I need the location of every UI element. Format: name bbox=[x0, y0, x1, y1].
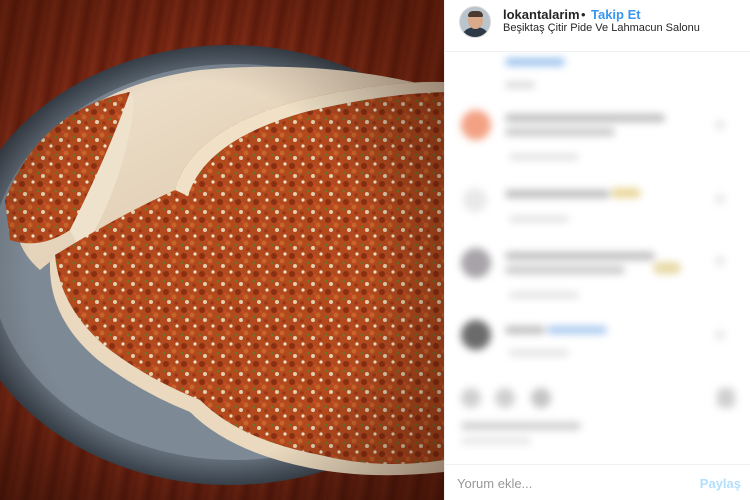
username-link[interactable]: lokantalarim bbox=[503, 7, 580, 22]
comments-list[interactable] bbox=[445, 52, 750, 412]
blurred-comments bbox=[445, 52, 750, 412]
avatar-hair bbox=[468, 11, 483, 17]
comment-input[interactable] bbox=[457, 473, 687, 493]
share-button[interactable]: Paylaş bbox=[700, 476, 741, 491]
follow-button[interactable]: Takip Et bbox=[591, 7, 641, 22]
avatar[interactable] bbox=[459, 6, 491, 38]
post-modal: lokantalarim • Takip Et Beşiktaş Çitir P… bbox=[0, 0, 750, 500]
post-photo[interactable] bbox=[0, 0, 444, 500]
comment-form: Paylaş bbox=[445, 464, 750, 500]
post-header: lokantalarim • Takip Et Beşiktaş Çitir P… bbox=[445, 0, 750, 52]
lahmacun-plate-image bbox=[0, 0, 444, 500]
post-sidebar: lokantalarim • Takip Et Beşiktaş Çitir P… bbox=[444, 0, 750, 500]
separator-dot: • bbox=[581, 7, 586, 22]
post-actions-blurred bbox=[445, 378, 750, 454]
location-link[interactable]: Beşiktaş Çitir Pide Ve Lahmacun Salonu bbox=[503, 22, 700, 34]
